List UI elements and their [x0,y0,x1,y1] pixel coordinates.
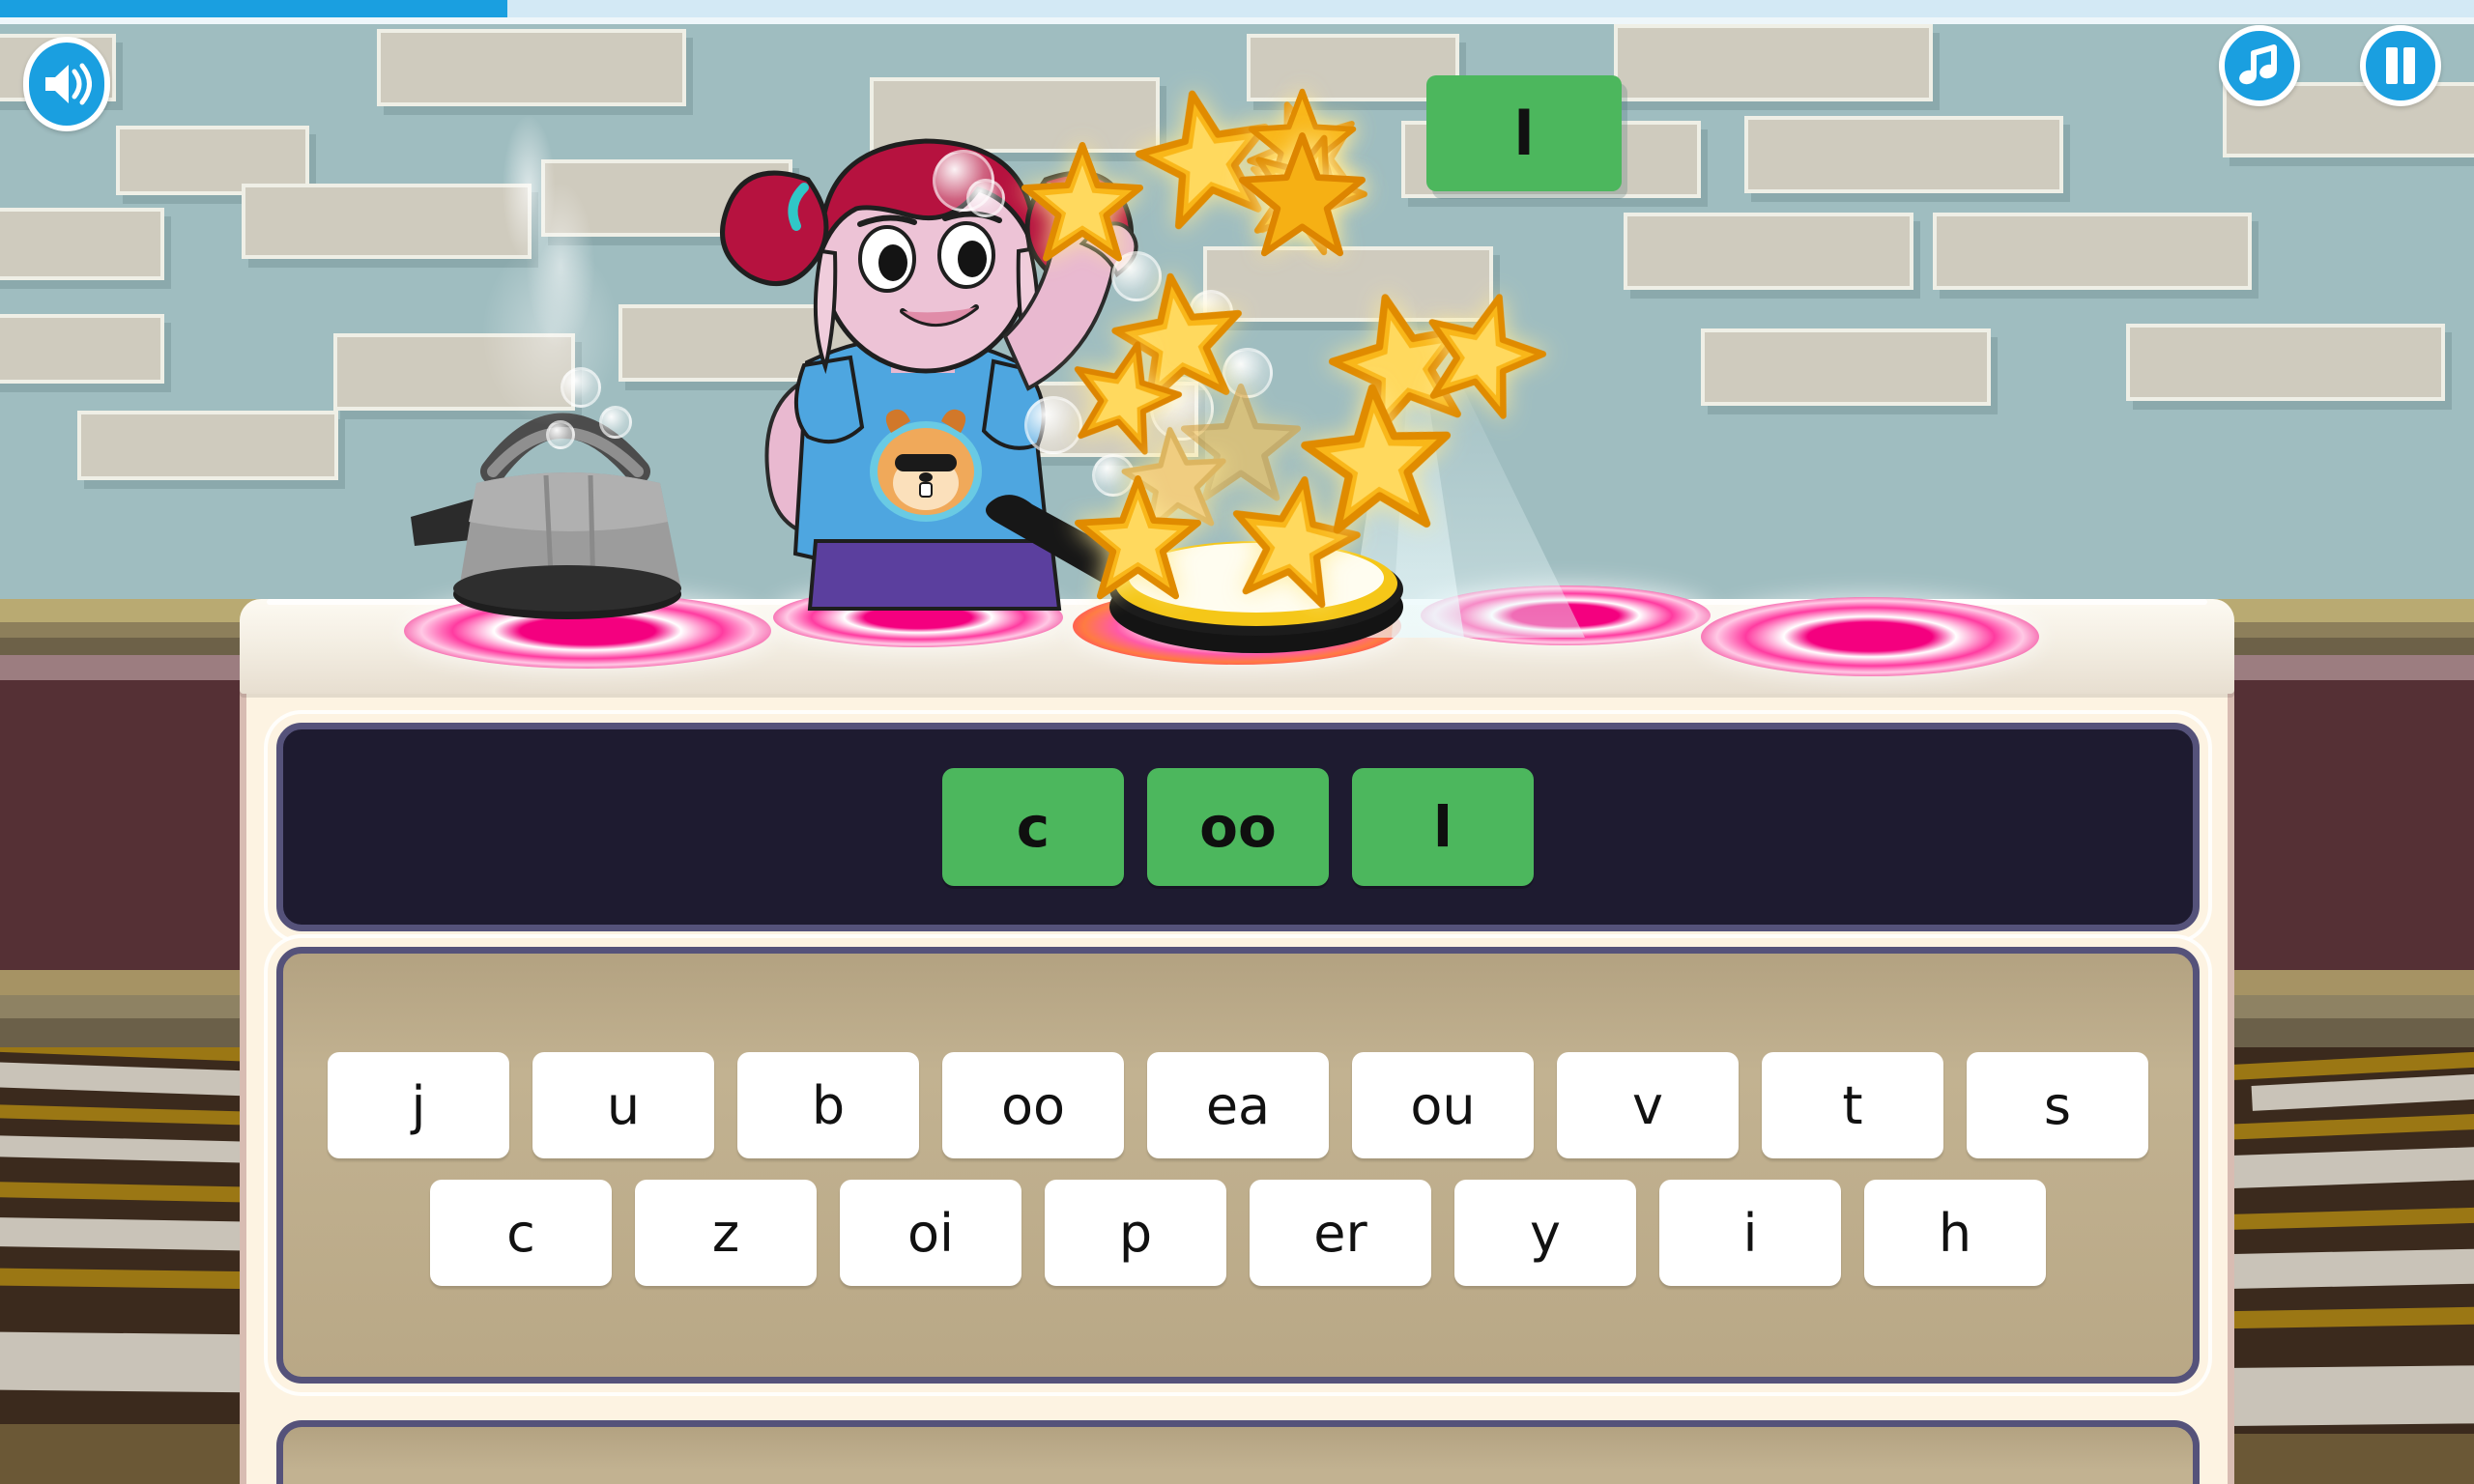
wall-brick [0,208,164,280]
progress-bar-base [0,17,2474,24]
answer-tile[interactable]: c [942,768,1124,886]
stove-drawer[interactable] [276,1420,2200,1484]
wall-brick [1624,213,1913,290]
letter-key[interactable]: s [1967,1052,2148,1158]
wall-brick [1933,213,2252,290]
pause-button[interactable] [2360,25,2441,106]
letter-key[interactable]: oo [942,1052,1124,1158]
bubble [546,420,575,449]
letter-key[interactable]: er [1250,1180,1431,1286]
answer-bar: c oo l [276,723,2200,931]
music-note-icon [2239,44,2277,85]
wall-brick [1701,328,1991,406]
star-icon [1239,132,1366,257]
letter-key[interactable]: v [1557,1052,1739,1158]
keyboard-row: c z oi p er y i h [430,1180,2046,1286]
speaker-icon [45,63,92,105]
wall-brick [1744,116,2063,193]
letter-key[interactable]: y [1454,1180,1636,1286]
wall-brick [242,184,532,259]
letter-key[interactable]: ou [1352,1052,1534,1158]
letter-key[interactable]: u [532,1052,714,1158]
floating-letter-tile[interactable]: l [1426,75,1622,191]
wall-brick [0,314,164,384]
bubble [561,367,601,408]
letter-key[interactable]: oi [840,1180,1021,1286]
star-icon [1021,141,1144,262]
letter-keyboard: j u b oo ea ou v t s c z oi p er y i h [276,947,2200,1384]
burner-ring [1701,597,2039,676]
letter-key[interactable]: c [430,1180,612,1286]
wall-brick [1614,24,1933,101]
letter-key[interactable]: z [635,1180,817,1286]
star-icon [1301,384,1452,534]
letter-key[interactable]: t [1762,1052,1943,1158]
letter-key[interactable]: p [1045,1180,1226,1286]
wall-brick [377,29,686,106]
bubble [599,406,632,439]
letter-key[interactable]: h [1864,1180,2046,1286]
pause-icon [2386,47,2415,84]
answer-tile[interactable]: oo [1147,768,1329,886]
game-screen: l c oo l j u b oo ea ou v t s c z oi p er y i h [0,0,2474,1484]
letter-key[interactable]: j [328,1052,509,1158]
wall-brick [77,411,338,480]
answer-tile[interactable]: l [1352,768,1534,886]
progress-bar-fill [0,0,507,17]
bubble [966,179,1005,217]
letter-key[interactable]: i [1659,1180,1841,1286]
star-icon [1075,475,1201,600]
letter-key[interactable]: ea [1147,1052,1329,1158]
progress-bar-track [0,0,2474,17]
letter-key[interactable]: b [737,1052,919,1158]
music-button[interactable] [2219,25,2300,106]
sound-button[interactable] [23,37,110,131]
keyboard-row: j u b oo ea ou v t s [328,1052,2148,1158]
wall-brick [2126,324,2445,401]
